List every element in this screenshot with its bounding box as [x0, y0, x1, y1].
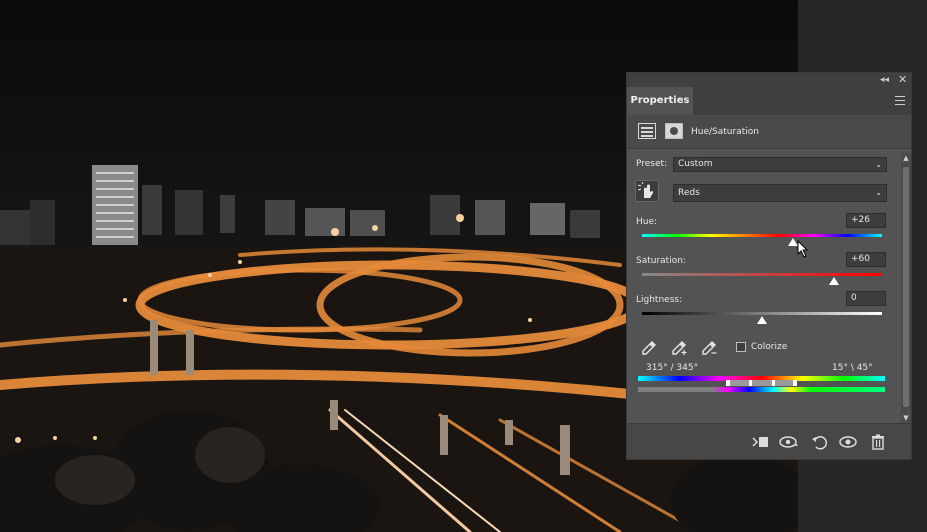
eyedropper-plus-icon[interactable]: [670, 339, 688, 357]
hue-label: Hue:: [636, 217, 658, 227]
hue-track[interactable]: [642, 234, 882, 237]
saturation-slider-thumb[interactable]: [829, 277, 839, 285]
chevron-down-icon: ⌄: [875, 188, 882, 197]
lightness-input[interactable]: 0: [846, 291, 886, 306]
lightness-track[interactable]: [642, 312, 882, 315]
preset-select[interactable]: Custom ⌄: [673, 157, 887, 172]
close-icon[interactable]: ✕: [898, 73, 907, 87]
menu-icon[interactable]: [895, 96, 905, 105]
preset-value: Custom: [678, 159, 713, 169]
reset-icon[interactable]: [811, 434, 829, 450]
saturation-input[interactable]: +60: [846, 252, 886, 267]
adjustment-header: Hue/Saturation: [627, 115, 911, 149]
panel-title-strip: ◂◂ ✕: [627, 73, 911, 87]
clip-to-layer-icon[interactable]: [751, 434, 769, 450]
panel-scrollbar[interactable]: ▲ ▼: [901, 153, 911, 423]
lightness-label: Lightness:: [636, 295, 683, 305]
range-inner-right-handle[interactable]: [772, 380, 775, 386]
range-select[interactable]: Reds ⌄: [673, 184, 887, 202]
range-value: Reds: [678, 188, 700, 198]
scroll-down-icon[interactable]: ▼: [901, 413, 911, 423]
saturation-label: Saturation:: [636, 256, 686, 266]
panel-tabbar: Properties: [627, 87, 911, 115]
scroll-up-icon[interactable]: ▲: [901, 153, 911, 163]
scroll-thumb[interactable]: [903, 167, 909, 407]
range-left-handle[interactable]: [726, 380, 730, 386]
colorize-checkbox[interactable]: [736, 342, 746, 352]
chevron-down-icon: ⌄: [875, 160, 882, 169]
eye-icon[interactable]: [839, 434, 857, 450]
hue-saturation-adjustment-icon[interactable]: [638, 123, 656, 139]
range-inner-left-handle[interactable]: [749, 380, 752, 386]
color-range-selector[interactable]: [728, 380, 796, 386]
colorize-label: Colorize: [751, 342, 788, 352]
eyedropper-icon[interactable]: [640, 339, 658, 357]
saturation-track[interactable]: [642, 273, 882, 276]
panel-bottom-toolbar: [627, 423, 911, 459]
range-right-handle[interactable]: [793, 380, 797, 386]
hue-input[interactable]: +26: [846, 213, 886, 228]
lightness-slider-thumb[interactable]: [757, 316, 767, 324]
result-color-bar: [638, 387, 885, 392]
adjustment-title: Hue/Saturation: [691, 127, 759, 137]
view-previous-state-icon[interactable]: [779, 434, 799, 450]
eyedropper-minus-icon[interactable]: [700, 339, 718, 357]
targeted-adjustment-hand-icon[interactable]: [635, 180, 659, 202]
range-right-degrees: 15° \ 45°: [832, 363, 873, 373]
double-chevron-left-icon[interactable]: ◂◂: [880, 73, 889, 87]
range-left-degrees: 315° / 345°: [646, 363, 699, 373]
mouse-cursor-icon: [797, 240, 809, 258]
preset-label: Preset:: [636, 159, 668, 169]
trash-icon[interactable]: [869, 434, 887, 450]
tab-properties[interactable]: Properties: [627, 87, 693, 115]
layer-mask-icon[interactable]: [665, 123, 683, 139]
